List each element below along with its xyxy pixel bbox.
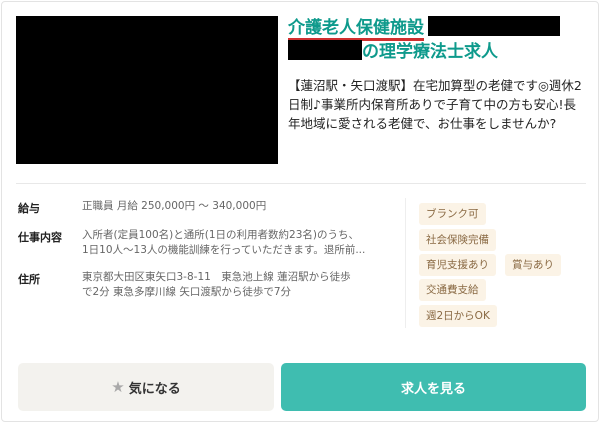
redacted-facility-name (428, 16, 560, 36)
job-content-label: 仕事内容 (18, 231, 62, 244)
section-divider (16, 183, 586, 184)
star-icon: ★ (111, 378, 125, 396)
tag-blank-ok: ブランク可 (419, 203, 486, 225)
salary-value: 正職員 月給 250,000円 〜 340,000円 (82, 200, 267, 212)
tag-bonus: 賞与あり (505, 254, 561, 276)
job-description: 【蓮沼駅・矢口渡駅】在宅加算型の老健です◎週休2日制♪事業所内保育所ありで子育て… (288, 78, 582, 131)
job-title-facility-type: 介護老人保健施設 (288, 18, 424, 41)
job-title[interactable]: 介護老人保健施設 の理学療法士求人 (288, 16, 588, 64)
favorite-button-label: 気になる (128, 381, 181, 397)
tag-two-days-ok: 週2日からOK (419, 305, 497, 327)
salary-label: 給与 (18, 202, 40, 215)
redacted-facility-name-continued (288, 40, 362, 60)
address-value-line-2: で2分 東急多摩川線 矢口渡駅から徒歩で7分 (82, 286, 292, 298)
job-content-value-line-1: 入所者(定員100名)と通所(1日の利用者数約23名)のうち、 (82, 229, 359, 241)
address-label: 住所 (18, 273, 40, 286)
job-title-position: の理学療法士求人 (362, 42, 498, 62)
tag-social-insurance: 社会保険完備 (419, 229, 496, 251)
view-job-button[interactable]: 求人を見る (281, 363, 586, 411)
address-value-line-1: 東京都大田区東矢口3-8-11 東急池上線 蓮沼駅から徒歩 (82, 271, 351, 283)
tag-childcare-support: 育児支援あり (419, 254, 496, 276)
tags-divider (405, 198, 406, 328)
job-content-value-line-2: 1日10人〜13人の機能訓練を行っていただきます。退所前... (82, 244, 366, 256)
job-card: 介護老人保健施設 の理学療法士求人 【蓮沼駅・矢口渡駅】在宅加算型の老健です◎週休… (1, 1, 599, 422)
favorite-button[interactable]: ★ 気になる (18, 363, 274, 411)
view-job-button-label: 求人を見る (400, 381, 466, 397)
job-thumbnail-image[interactable] (16, 16, 278, 164)
tag-transport-allowance: 交通費支給 (419, 279, 486, 301)
